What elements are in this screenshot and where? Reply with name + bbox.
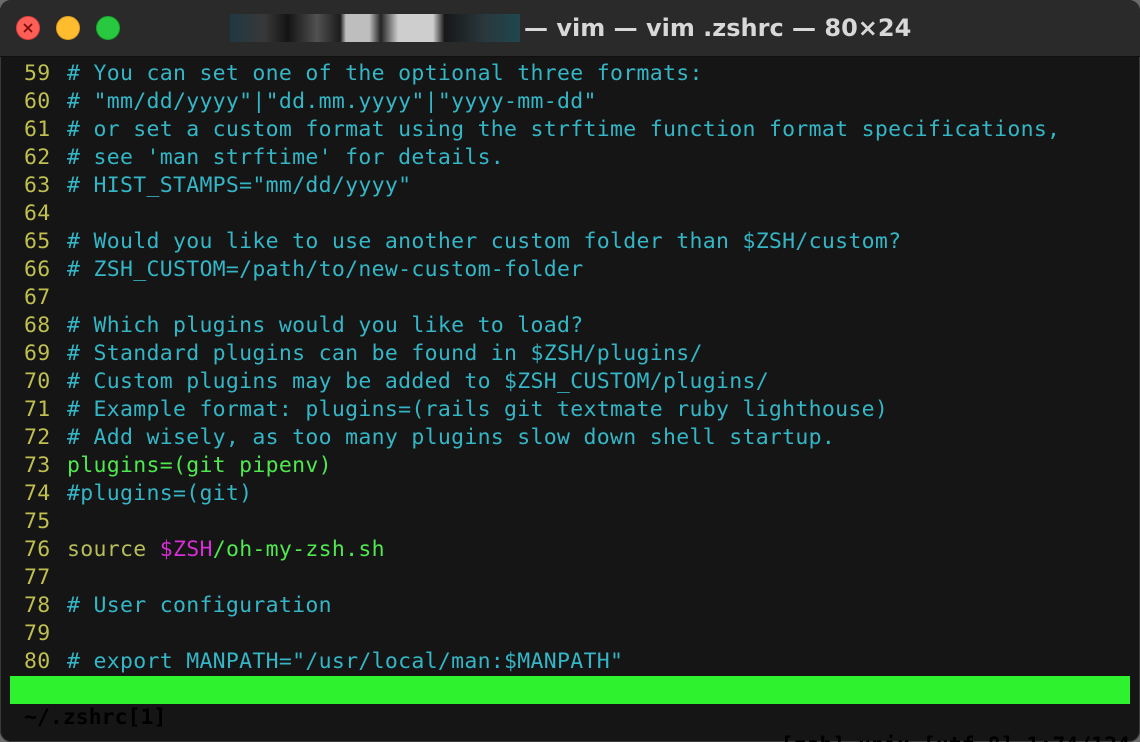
line-number: 64 (24, 201, 51, 226)
code-line: 80 # export MANPATH="/usr/local/man:$MANP… (0, 648, 1140, 676)
source-keyword: source (67, 537, 160, 562)
code-line: 61 # or set a custom format using the str… (0, 116, 1140, 144)
line-number: 60 (24, 89, 51, 114)
code-line: 76 source $ZSH/oh-my-zsh.sh (0, 536, 1140, 564)
code-line: 69 # Standard plugins can be found in $ZS… (0, 340, 1140, 368)
code-line: 72 # Add wisely, as too many plugins slow… (0, 424, 1140, 452)
line-number: 73 (24, 453, 51, 478)
line-text: # Custom plugins may be added to $ZSH_CU… (67, 369, 769, 394)
vim-statusline: ~/.zshrc[1] [zsh] unix [utf-8] 1:74/124 (10, 676, 1130, 742)
zoom-button[interactable] (96, 16, 120, 40)
line-text: plugins=(git pipenv) (67, 453, 332, 478)
line-text: # You can set one of the optional three … (67, 61, 703, 86)
code-line: 71 # Example format: plugins=(rails git t… (0, 396, 1140, 424)
code-line: 75 (0, 508, 1140, 536)
line-number: 61 (24, 117, 51, 142)
minimize-button[interactable] (56, 16, 80, 40)
line-number: 80 (24, 649, 51, 674)
line-number: 65 (24, 229, 51, 254)
line-text: # "mm/dd/yyyy"|"dd.mm.yyyy"|"yyyy-mm-dd" (67, 89, 597, 114)
line-text: # Would you like to use another custom f… (67, 229, 902, 254)
code-line: 66 # ZSH_CUSTOM=/path/to/new-custom-folde… (0, 256, 1140, 284)
line-text: source $ZSH/oh-my-zsh.sh (67, 536, 385, 564)
line-number: 71 (24, 397, 51, 422)
code-line: 62 # see 'man strftime' for details. (0, 144, 1140, 172)
line-text: # Add wisely, as too many plugins slow d… (67, 425, 836, 450)
line-number: 66 (24, 257, 51, 282)
redacted-title-prefix (230, 14, 520, 42)
close-button[interactable] (16, 16, 40, 40)
code-line: 79 (0, 620, 1140, 648)
code-line: 63 # HIST_STAMPS="mm/dd/yyyy" (0, 172, 1140, 200)
line-text: # HIST_STAMPS="mm/dd/yyyy" (67, 173, 412, 198)
line-number: 69 (24, 341, 51, 366)
line-number: 78 (24, 593, 51, 618)
line-text: # Example format: plugins=(rails git tex… (67, 397, 889, 422)
code-line: 60 # "mm/dd/yyyy"|"dd.mm.yyyy"|"yyyy-mm-d… (0, 88, 1140, 116)
source-path: /oh-my-zsh.sh (212, 537, 385, 562)
line-text: # or set a custom format using the strft… (67, 117, 1061, 142)
code-line: 73 plugins=(git pipenv) (0, 452, 1140, 480)
line-number: 79 (24, 621, 51, 646)
line-text: # Which plugins would you like to load? (67, 313, 584, 338)
code-line: 59 # You can set one of the optional thre… (0, 60, 1140, 88)
code-line: 70 # Custom plugins may be added to $ZSH_… (0, 368, 1140, 396)
code-line: 67 (0, 284, 1140, 312)
window-title: — vim — vim .zshrc — 80×24 (524, 14, 912, 42)
vim-editor-buffer[interactable]: 59 # You can set one of the optional thre… (0, 60, 1140, 676)
line-number: 62 (24, 145, 51, 170)
line-number: 75 (24, 509, 51, 534)
line-number: 68 (24, 313, 51, 338)
line-number: 74 (24, 481, 51, 506)
line-text: # Standard plugins can be found in $ZSH/… (67, 341, 703, 366)
line-number: 59 (24, 61, 51, 86)
statusline-file-info: [zsh] unix [utf-8] 1:74/124 (781, 732, 1131, 742)
statusline-filename: ~/.zshrc[1] (24, 705, 167, 730)
code-line: 68 # Which plugins would you like to load… (0, 312, 1140, 340)
line-text: # ZSH_CUSTOM=/path/to/new-custom-folder (67, 257, 584, 282)
code-line: 77 (0, 564, 1140, 592)
zsh-variable: $ZSH (159, 537, 213, 562)
line-number: 72 (24, 425, 51, 450)
terminal-window: — vim — vim .zshrc — 80×24 59 # You can s… (0, 0, 1140, 742)
close-icon (23, 23, 33, 33)
line-number: 63 (24, 173, 51, 198)
line-text: # export MANPATH="/usr/local/man:$MANPAT… (67, 649, 624, 674)
code-line: 78 # User configuration (0, 592, 1140, 620)
code-line: 65 # Would you like to use another custom… (0, 228, 1140, 256)
code-line: 74 #plugins=(git) (0, 480, 1140, 508)
title-bar[interactable]: — vim — vim .zshrc — 80×24 (0, 0, 1140, 57)
line-text: # see 'man strftime' for details. (67, 145, 505, 170)
line-number: 70 (24, 369, 51, 394)
line-text: # User configuration (67, 593, 332, 618)
line-number: 67 (24, 285, 51, 310)
line-number: 77 (24, 565, 51, 590)
code-line: 64 (0, 200, 1140, 228)
line-text: #plugins=(git) (67, 481, 253, 506)
line-number: 76 (24, 537, 51, 562)
